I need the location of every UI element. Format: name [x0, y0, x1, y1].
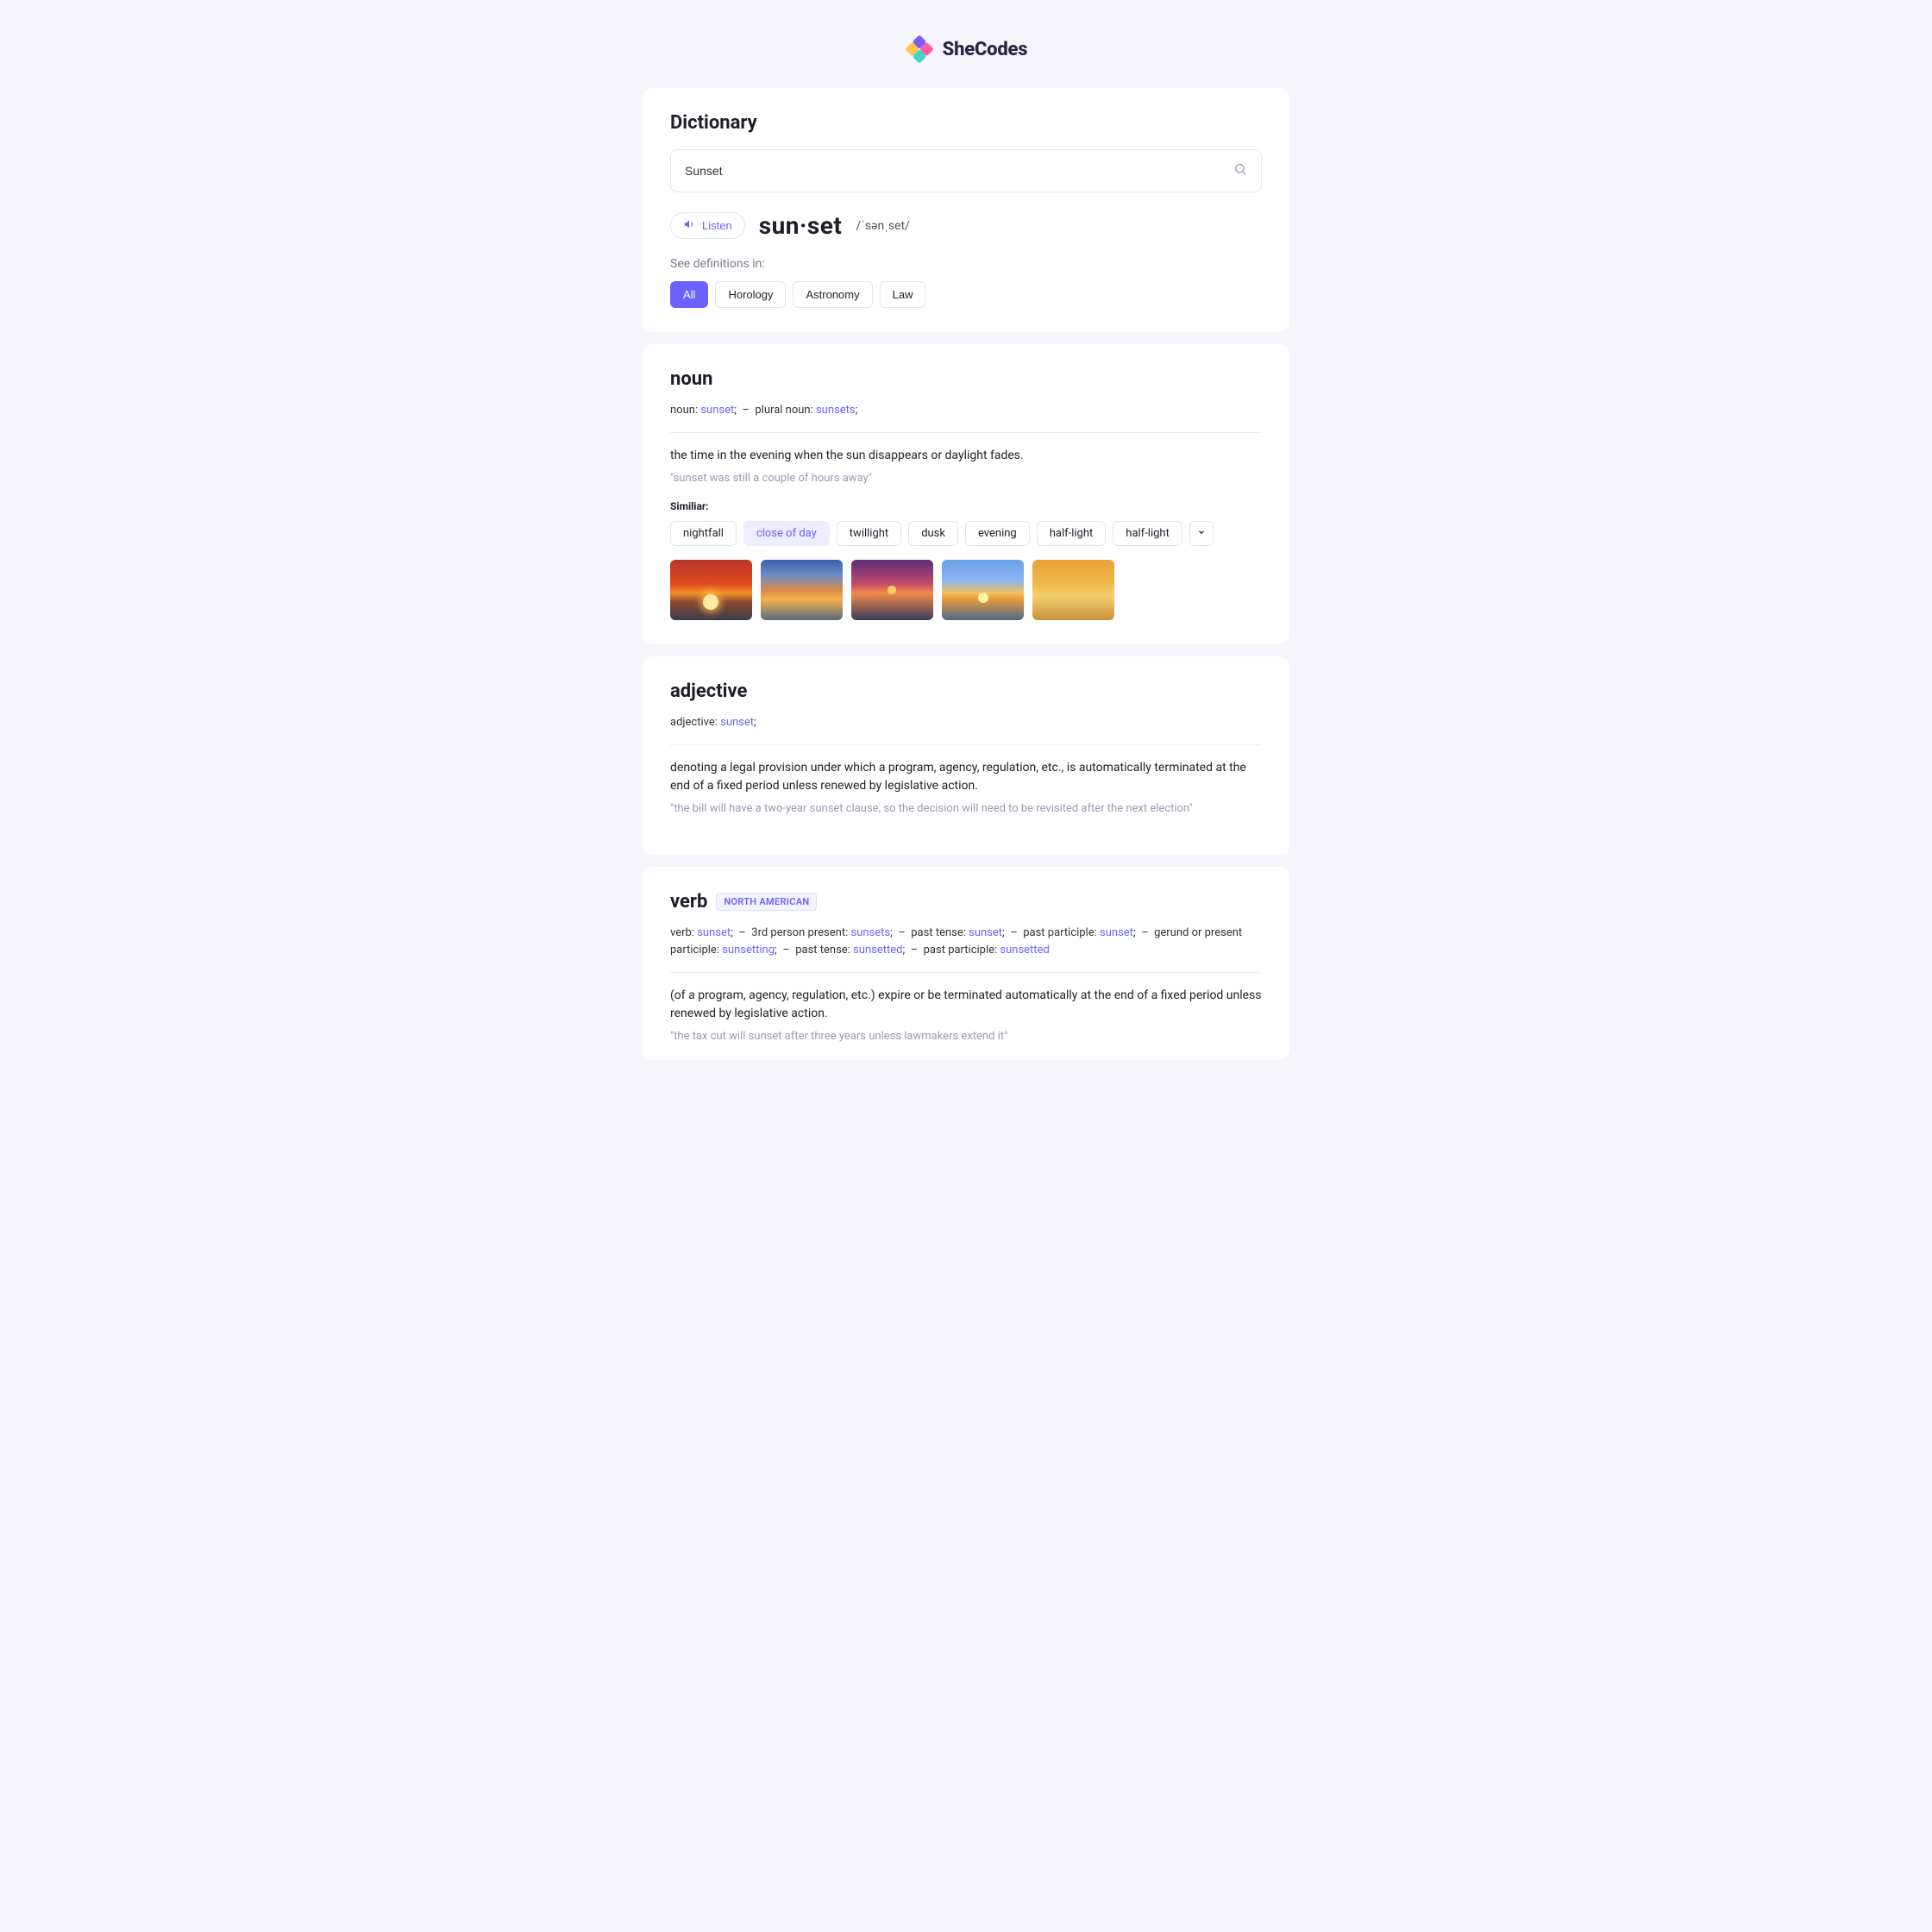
verb-card: verb NORTH AMERICAN verb: sunset; – 3rd …: [643, 867, 1289, 1061]
verb-title: verb: [670, 891, 707, 913]
noun-example: "sunset was still a couple of hours away…: [670, 472, 1262, 485]
search-icon[interactable]: [1233, 162, 1247, 179]
adjective-example: "the bill will have a two-year sunset cl…: [670, 802, 1262, 815]
brand-logo: SheCodes: [643, 34, 1289, 64]
image-tile[interactable]: [851, 560, 933, 620]
image-tile[interactable]: [670, 560, 752, 620]
adjective-definition: denoting a legal provision under which a…: [670, 759, 1262, 795]
adjective-forms: adjective: sunset;: [670, 714, 1262, 732]
similar-chip[interactable]: half-light: [1037, 521, 1107, 546]
similar-chip[interactable]: nightfall: [670, 521, 737, 546]
speaker-icon: [683, 218, 695, 233]
filter-chip-law[interactable]: Law: [880, 281, 926, 308]
similar-chip[interactable]: close of day: [743, 521, 830, 546]
divider: [670, 972, 1262, 973]
noun-title: noun: [670, 368, 712, 390]
noun-forms: noun: sunset; – plural noun: sunsets;: [670, 402, 1262, 420]
verb-definition: (of a program, agency, regulation, etc.)…: [670, 987, 1262, 1023]
phonetic: /ˈsənˌset/: [856, 218, 909, 233]
similar-chip[interactable]: half-light: [1113, 521, 1182, 546]
search-input-wrap[interactable]: [670, 149, 1262, 192]
verb-example: "the tax cut will sunset after three yea…: [670, 1030, 1262, 1043]
see-definitions-label: See definitions in:: [670, 257, 1262, 271]
filter-chip-all[interactable]: All: [670, 281, 708, 308]
chevron-down-icon[interactable]: [1189, 521, 1214, 546]
similar-chip[interactable]: twillight: [837, 521, 901, 546]
similar-chips: nightfallclose of day twillight dusk evenin…: [670, 521, 1262, 546]
verb-forms: verb: sunset; – 3rd person present: suns…: [670, 925, 1262, 961]
region-tag: NORTH AMERICAN: [716, 893, 817, 911]
listen-label: Listen: [702, 219, 732, 232]
similar-chip[interactable]: evening: [965, 521, 1030, 546]
search-input[interactable]: [685, 164, 1233, 178]
header-card: Dictionary Listen sun·set /ˈsənˌset/ See…: [643, 88, 1289, 332]
image-tile[interactable]: [1032, 560, 1114, 620]
example-images: [670, 560, 1262, 620]
divider: [670, 432, 1262, 433]
listen-button[interactable]: Listen: [670, 212, 745, 239]
page-title: Dictionary: [670, 112, 1262, 134]
headword: sun·set: [759, 211, 843, 240]
brand-name: SheCodes: [943, 39, 1028, 60]
adjective-card: adjective adjective: sunset; denoting a …: [643, 656, 1289, 855]
filter-chip-astronomy[interactable]: Astronomy: [793, 281, 872, 308]
filter-chips: All Horology Astronomy Law: [670, 281, 1262, 308]
similar-chip[interactable]: dusk: [908, 521, 958, 546]
filter-chip-horology[interactable]: Horology: [715, 281, 786, 308]
noun-definition: the time in the evening when the sun dis…: [670, 447, 1262, 465]
noun-card: noun noun: sunset; – plural noun: sunset…: [643, 344, 1289, 644]
image-tile[interactable]: [761, 560, 843, 620]
logo-icon: [905, 34, 934, 64]
adjective-title: adjective: [670, 681, 747, 702]
image-tile[interactable]: [942, 560, 1024, 620]
similar-label: Similiar:: [670, 500, 1262, 512]
divider: [670, 744, 1262, 745]
